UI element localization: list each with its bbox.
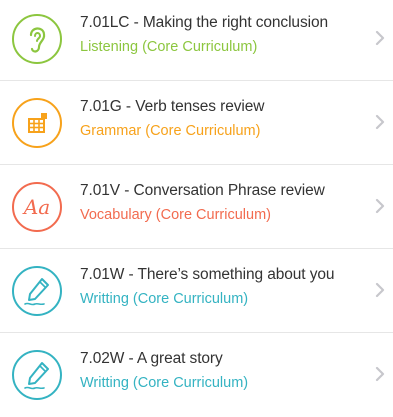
lesson-title: 7.01LC - Making the right conclusion: [80, 14, 328, 31]
pen-icon: [11, 349, 63, 401]
lesson-subtitle: Grammar (Core Curriculum): [80, 123, 261, 139]
chevron-right-icon: [373, 112, 387, 132]
pen-icon: [11, 265, 63, 317]
lesson-title: 7.01G - Verb tenses review: [80, 98, 265, 115]
lesson-title: 7.01W - There’s something about you: [80, 266, 335, 283]
lesson-subtitle: Writting (Core Curriculum): [80, 291, 249, 307]
lesson-subtitle: Writting (Core Curriculum): [80, 375, 249, 391]
lesson-row-vocabulary[interactable]: Aa 7.01V - Conversation Phrase review Vo…: [0, 165, 393, 249]
ear-icon: [11, 13, 63, 65]
lesson-subtitle: Listening (Core Curriculum): [80, 39, 258, 55]
lesson-row-listening[interactable]: 7.01LC - Making the right conclusion Lis…: [0, 0, 393, 81]
vocabulary-icon-text: Aa: [22, 195, 50, 219]
lesson-title: 7.01V - Conversation Phrase review: [80, 182, 325, 199]
lesson-row-writing-2[interactable]: 7.02W - A great story Writting (Core Cur…: [0, 333, 393, 417]
lesson-row-grammar[interactable]: 7.01G - Verb tenses review Grammar (Core…: [0, 81, 393, 165]
lesson-title: 7.02W - A great story: [80, 350, 223, 367]
vocabulary-aa-icon: Aa: [11, 181, 63, 233]
lesson-subtitle: Vocabulary (Core Curriculum): [80, 207, 271, 223]
chevron-right-icon: [373, 28, 387, 48]
chevron-right-icon: [373, 364, 387, 384]
grammar-grid-icon: [11, 97, 63, 149]
lesson-list: 7.01LC - Making the right conclusion Lis…: [0, 0, 393, 400]
chevron-right-icon: [373, 280, 387, 300]
lesson-row-writing-1[interactable]: 7.01W - There’s something about you Writ…: [0, 249, 393, 333]
chevron-right-icon: [373, 196, 387, 216]
